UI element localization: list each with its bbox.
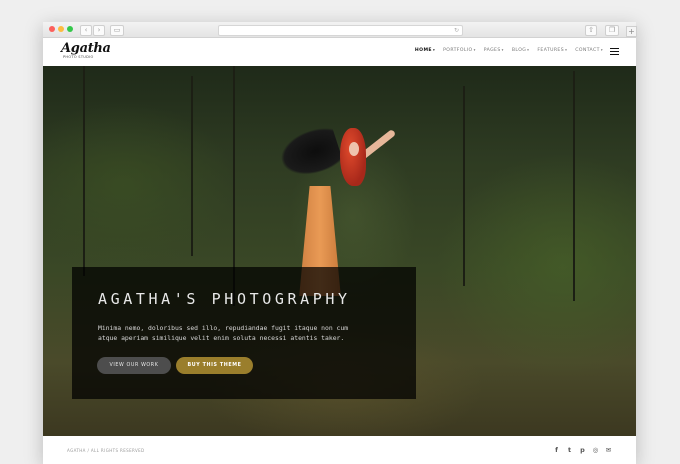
facebook-icon[interactable]: f [553, 446, 560, 454]
hero-description: Minima nemo, doloribus sed illo, repudia… [98, 324, 349, 342]
nav-item-pages[interactable]: PAGES▾ [484, 48, 504, 53]
nav-item-features[interactable]: FEATURES▾ [537, 48, 567, 53]
social-links: f t p ◎ ✉ [553, 446, 612, 454]
tree-trunk [463, 86, 465, 286]
site-header: Agatha PHOTO STUDIO HOME▾ PORTFOLIO▾ PAG… [43, 38, 636, 66]
chevron-down-icon: ▾ [527, 48, 530, 52]
main-nav: HOME▾ PORTFOLIO▾ PAGES▾ BLOG▾ FEATURES▾ … [415, 48, 603, 53]
nav-item-home[interactable]: HOME▾ [415, 48, 435, 53]
red-hair [340, 128, 366, 186]
chevron-down-icon: ▾ [432, 48, 436, 52]
copyright-text: AGATHA / ALL RIGHTS RESERVED [67, 448, 145, 453]
chevron-down-icon: ▾ [600, 48, 603, 52]
nav-item-contact[interactable]: CONTACT▾ [575, 48, 603, 53]
twitter-icon[interactable]: t [566, 446, 573, 454]
chevron-down-icon: ▾ [473, 48, 476, 52]
back-button[interactable]: ‹ [80, 25, 92, 36]
reload-icon[interactable]: ↻ [454, 26, 459, 35]
instagram-icon[interactable]: ◎ [592, 446, 599, 454]
forward-button[interactable]: › [93, 25, 105, 36]
tree-trunk [191, 76, 193, 256]
hero-caption-box: AGATHA'S PHOTOGRAPHY Minima nemo, dolori… [72, 267, 416, 399]
close-window-button[interactable] [49, 26, 55, 32]
tree-trunk [573, 71, 575, 301]
new-tab-button[interactable]: + [626, 26, 637, 37]
logo-tagline: PHOTO STUDIO [63, 55, 94, 59]
maximize-window-button[interactable] [67, 26, 73, 32]
hero-title: AGATHA'S PHOTOGRAPHY [98, 290, 351, 308]
tree-trunk [83, 66, 85, 276]
face [349, 142, 359, 156]
site-logo[interactable]: Agatha [61, 41, 111, 56]
black-wings [275, 124, 345, 182]
tabs-icon[interactable]: ❐ [605, 25, 619, 36]
chevron-down-icon: ▾ [565, 48, 568, 52]
buy-this-theme-button[interactable]: BUY THIS THEME [176, 357, 253, 374]
browser-toolbar: ‹ › ▭ ↻ ⇧ ❐ [43, 22, 636, 38]
address-bar[interactable]: ↻ [218, 25, 463, 36]
email-icon[interactable]: ✉ [605, 446, 612, 454]
hero-image: AGATHA'S PHOTOGRAPHY Minima nemo, dolori… [43, 66, 636, 436]
minimize-window-button[interactable] [58, 26, 64, 32]
view-our-work-button[interactable]: VIEW OUR WORK [97, 357, 171, 374]
pinterest-icon[interactable]: p [579, 446, 586, 454]
sidebar-toggle-icon[interactable]: ▭ [110, 25, 124, 36]
menu-icon[interactable] [610, 48, 619, 56]
nav-item-portfolio[interactable]: PORTFOLIO▾ [443, 48, 476, 53]
chevron-down-icon: ▾ [501, 48, 504, 52]
browser-window: ‹ › ▭ ↻ ⇧ ❐ Agatha PHOTO STUDIO HOME▾ PO… [43, 22, 636, 464]
share-icon[interactable]: ⇧ [585, 25, 597, 36]
site-footer: AGATHA / ALL RIGHTS RESERVED f t p ◎ ✉ [43, 436, 636, 464]
nav-item-blog[interactable]: BLOG▾ [512, 48, 530, 53]
